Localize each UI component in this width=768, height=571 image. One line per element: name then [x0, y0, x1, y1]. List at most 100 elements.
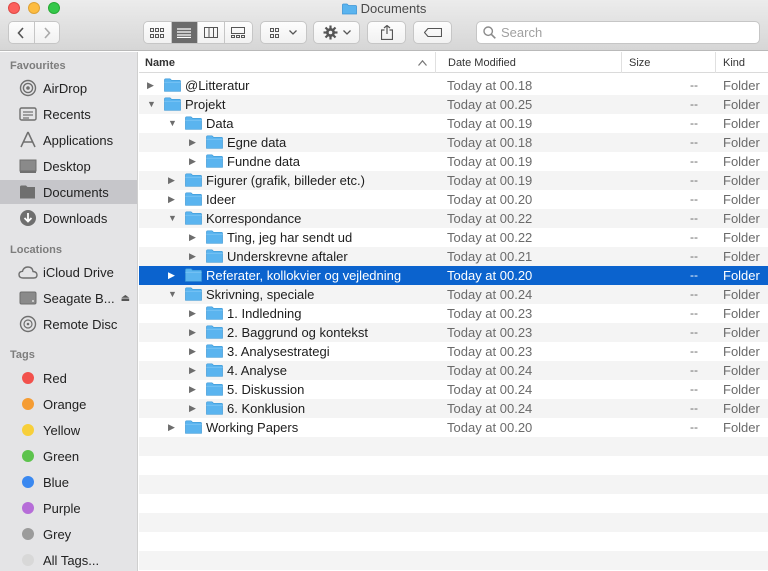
sidebar-item-tag[interactable]: Orange — [0, 392, 137, 416]
disclosure-expanded-icon[interactable]: ▼ — [168, 213, 178, 223]
column-view-button[interactable] — [198, 22, 225, 43]
disclosure-expanded-icon[interactable]: ▼ — [168, 118, 178, 128]
file-size: -- — [690, 97, 698, 111]
table-row[interactable]: ▶ 1. Indledning Today at 00.23 -- Folder — [139, 304, 768, 323]
table-row[interactable]: ▼ Data Today at 00.19 -- Folder — [139, 114, 768, 133]
table-row[interactable]: ▶ Fundne data Today at 00.19 -- Folder — [139, 152, 768, 171]
gallery-view-button[interactable] — [224, 22, 252, 43]
column-header-size[interactable]: Size — [623, 52, 716, 73]
table-row[interactable]: ▶ 4. Analyse Today at 00.24 -- Folder — [139, 361, 768, 380]
folder-icon — [185, 268, 202, 282]
column-header-name[interactable]: Name — [139, 52, 436, 73]
file-name: 5. Diskussion — [227, 382, 305, 397]
table-row[interactable]: ▼ Projekt Today at 00.25 -- Folder — [139, 95, 768, 114]
table-row[interactable]: ▶ @Litteratur Today at 00.18 -- Folder — [139, 76, 768, 95]
file-kind: Folder — [723, 268, 760, 283]
table-row[interactable]: ▶ Egne data Today at 00.18 -- Folder — [139, 133, 768, 152]
disclosure-collapsed-icon[interactable]: ▶ — [168, 194, 178, 205]
date-modified: Today at 00.19 — [447, 154, 533, 169]
disclosure-collapsed-icon[interactable]: ▶ — [168, 270, 178, 281]
folder-icon — [206, 401, 223, 415]
disclosure-collapsed-icon[interactable]: ▶ — [189, 156, 199, 167]
sidebar-item-tag[interactable]: All Tags... — [0, 548, 137, 571]
sidebar-item-desktop[interactable]: Desktop — [0, 154, 137, 178]
disclosure-collapsed-icon[interactable]: ▶ — [189, 403, 199, 414]
table-row[interactable]: ▶ Figurer (grafik, billeder etc.) Today at… — [139, 171, 768, 190]
eject-icon[interactable]: ⏏ — [121, 293, 130, 304]
file-name: 6. Konklusion — [227, 401, 306, 416]
table-row[interactable]: ▶ Referater, kollokvier og vejledning Toda… — [139, 266, 768, 285]
sidebar-item-tag[interactable]: Grey — [0, 522, 137, 546]
disclosure-collapsed-icon[interactable]: ▶ — [189, 327, 199, 338]
folder-icon — [206, 363, 223, 377]
back-button[interactable] — [9, 22, 35, 43]
file-name: Working Papers — [206, 420, 299, 435]
action-menu-button[interactable] — [313, 21, 360, 44]
disclosure-collapsed-icon[interactable]: ▶ — [168, 175, 178, 186]
disclosure-collapsed-icon[interactable]: ▶ — [189, 384, 199, 395]
disclosure-collapsed-icon[interactable]: ▶ — [189, 346, 199, 357]
search-icon — [483, 26, 496, 39]
table-row[interactable]: ▼ Skrivning, speciale Today at 00.24 -- Fold… — [139, 285, 768, 304]
file-size: -- — [690, 325, 698, 339]
search-input[interactable] — [501, 25, 741, 40]
disclosure-collapsed-icon[interactable]: ▶ — [189, 251, 199, 262]
search-field[interactable] — [476, 21, 760, 44]
finder-window: Documents Search Favourites AirDrop Rece… — [0, 0, 768, 571]
table-row[interactable]: ▶ Working Papers Today at 00.20 -- Folder — [139, 418, 768, 437]
share-button[interactable] — [367, 21, 406, 44]
table-row[interactable]: ▶ 6. Konklusion Today at 00.24 -- Folder — [139, 399, 768, 418]
list-view-button[interactable] — [171, 22, 199, 43]
file-name: 1. Indledning — [227, 306, 302, 321]
sidebar-item-seagate[interactable]: Seagate B... ⏏ — [0, 286, 137, 310]
disclosure-collapsed-icon[interactable]: ▶ — [189, 308, 199, 319]
disclosure-collapsed-icon[interactable]: ▶ — [189, 365, 199, 376]
sidebar-item-downloads[interactable]: Downloads — [0, 206, 137, 230]
table-row[interactable]: ▶ 3. Analysestrategi Today at 00.23 -- Folde… — [139, 342, 768, 361]
sidebar-item-tag[interactable]: Yellow — [0, 418, 137, 442]
sidebar-item-icloud-drive[interactable]: iCloud Drive — [0, 260, 137, 284]
file-size: -- — [690, 401, 698, 415]
disclosure-collapsed-icon[interactable]: ▶ — [189, 137, 199, 148]
file-name: Ideer — [206, 192, 236, 207]
file-rows: ▶ @Litteratur Today at 00.18 -- Folder ▼ Proje… — [139, 76, 768, 570]
disclosure-expanded-icon[interactable]: ▼ — [168, 289, 178, 299]
folder-icon — [206, 382, 223, 396]
table-row[interactable]: ▶ Ting, jeg har sendt ud Today at 00.22 -- F… — [139, 228, 768, 247]
sidebar-item-tag[interactable]: Red — [0, 366, 137, 390]
icon-view-button[interactable] — [144, 22, 172, 43]
forward-button[interactable] — [34, 22, 59, 43]
downloads-icon — [18, 208, 38, 228]
table-row[interactable]: ▼ Korrespondance Today at 00.22 -- Folder — [139, 209, 768, 228]
disclosure-expanded-icon[interactable]: ▼ — [147, 99, 157, 109]
sidebar-item-remote-disc[interactable]: Remote Disc — [0, 312, 137, 336]
table-row[interactable]: ▶ 5. Diskussion Today at 00.24 -- Folder — [139, 380, 768, 399]
sidebar-item-documents[interactable]: Documents — [0, 180, 137, 204]
file-kind: Folder — [723, 173, 760, 188]
column-header-date[interactable]: Date Modified — [442, 52, 622, 73]
table-row[interactable]: ▶ Underskrevne aftaler Today at 00.21 -- Fol… — [139, 247, 768, 266]
group-by-button[interactable] — [260, 21, 307, 44]
folder-icon — [206, 230, 223, 244]
chevron-down-icon — [289, 30, 297, 35]
table-row[interactable]: ▶ 2. Baggrund og kontekst Today at 00.23 --… — [139, 323, 768, 342]
empty-row — [139, 494, 768, 513]
table-row[interactable]: ▶ Ideer Today at 00.20 -- Folder — [139, 190, 768, 209]
sidebar-item-recents[interactable]: Recents — [0, 102, 137, 126]
sidebar-item-airdrop[interactable]: AirDrop — [0, 76, 137, 100]
empty-row — [139, 456, 768, 475]
date-modified: Today at 00.20 — [447, 192, 533, 207]
column-header-kind[interactable]: Kind — [717, 52, 768, 73]
folder-icon — [185, 420, 202, 434]
sidebar-item-applications[interactable]: Applications — [0, 128, 137, 152]
sidebar-item-tag[interactable]: Green — [0, 444, 137, 468]
sidebar-item-tag[interactable]: Blue — [0, 470, 137, 494]
folder-icon — [185, 192, 202, 206]
disclosure-collapsed-icon[interactable]: ▶ — [189, 232, 199, 243]
disclosure-collapsed-icon[interactable]: ▶ — [147, 80, 157, 91]
sidebar-item-tag[interactable]: Purple — [0, 496, 137, 520]
recents-icon — [18, 104, 38, 124]
tags-button[interactable] — [413, 21, 452, 44]
empty-row — [139, 437, 768, 456]
disclosure-collapsed-icon[interactable]: ▶ — [168, 422, 178, 433]
